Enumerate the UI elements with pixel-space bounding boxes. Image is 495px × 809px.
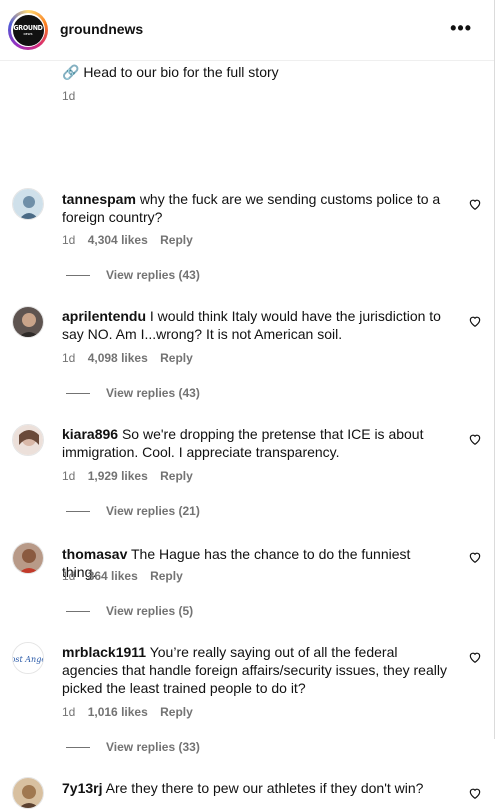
replies-divider	[66, 274, 90, 276]
replies-divider	[66, 510, 90, 512]
more-options-icon[interactable]: •••	[450, 18, 472, 39]
view-replies-button[interactable]: View replies (5)	[66, 604, 193, 618]
commenter-avatar[interactable]: Lost Angels	[12, 642, 44, 674]
post-header: GROUND NEWS groundnews •••	[0, 0, 494, 61]
post-caption: 🔗 Head to our bio for the full story	[62, 64, 279, 80]
like-heart-icon[interactable]	[468, 432, 482, 446]
like-heart-icon[interactable]	[468, 314, 482, 328]
commenter-avatar[interactable]	[12, 188, 44, 220]
view-replies-button[interactable]: View replies (21)	[66, 504, 200, 518]
like-heart-icon[interactable]	[468, 786, 482, 800]
comment-timestamp[interactable]: 1d	[62, 233, 75, 247]
comment-username[interactable]: thomasav	[62, 546, 127, 562]
commenter-avatar[interactable]	[12, 306, 44, 338]
post-username[interactable]: groundnews	[60, 21, 143, 37]
commenter-avatar[interactable]	[12, 424, 44, 456]
caption-timestamp[interactable]: 1d	[62, 89, 75, 103]
comment-likes[interactable]: 1,929 likes	[88, 469, 148, 483]
reply-button[interactable]: Reply	[160, 469, 193, 483]
view-replies-button[interactable]: View replies (43)	[66, 386, 200, 400]
commenter-avatar[interactable]	[12, 777, 44, 809]
view-replies-button[interactable]: View replies (43)	[66, 268, 200, 282]
comment-likes[interactable]: 4,098 likes	[88, 351, 148, 365]
comment-timestamp[interactable]: 1d	[62, 569, 75, 583]
comment-likes[interactable]: 364 likes	[88, 569, 138, 583]
reply-button[interactable]: Reply	[160, 233, 193, 247]
like-heart-icon[interactable]	[468, 650, 482, 664]
like-heart-icon[interactable]	[468, 550, 482, 564]
comment-username[interactable]: aprilentendu	[62, 308, 146, 324]
like-heart-icon[interactable]	[468, 197, 482, 211]
view-replies-button[interactable]: View replies (33)	[66, 740, 200, 754]
reply-button[interactable]: Reply	[160, 351, 193, 365]
replies-divider	[66, 746, 90, 748]
replies-divider	[66, 392, 90, 394]
comment-timestamp[interactable]: 1d	[62, 469, 75, 483]
comment-likes[interactable]: 1,016 likes	[88, 705, 148, 719]
reply-button[interactable]: Reply	[150, 569, 183, 583]
comment-username[interactable]: mrblack1911	[62, 644, 146, 660]
profile-avatar[interactable]: GROUND NEWS	[8, 10, 48, 50]
reply-button[interactable]: Reply	[160, 705, 193, 719]
groundnews-logo: GROUND NEWS	[12, 14, 44, 46]
comment-likes[interactable]: 4,304 likes	[88, 233, 148, 247]
replies-divider	[66, 610, 90, 612]
comment-username[interactable]: kiara896	[62, 426, 118, 442]
commenter-avatar[interactable]	[12, 542, 44, 574]
comment-timestamp[interactable]: 1d	[62, 705, 75, 719]
comment-username[interactable]: tannespam	[62, 191, 136, 207]
comment-text: Are they there to pew our athletes if th…	[105, 780, 424, 796]
svg-text:Lost Angels: Lost Angels	[13, 655, 44, 664]
comment-username[interactable]: 7y13rj	[62, 780, 102, 796]
comment-timestamp[interactable]: 1d	[62, 351, 75, 365]
lost-angels-logo: Lost Angels	[13, 643, 44, 673]
